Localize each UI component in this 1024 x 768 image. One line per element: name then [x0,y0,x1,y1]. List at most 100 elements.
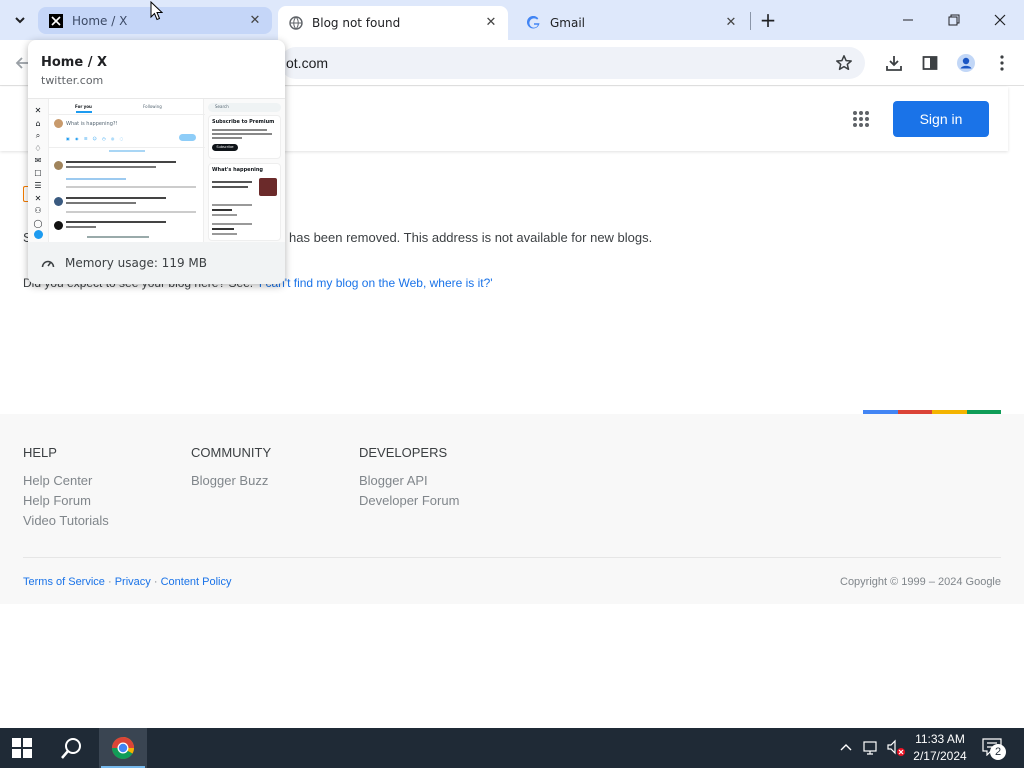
clock-time[interactable]: 11:33 AM [913,732,967,746]
taskbar-search-button[interactable] [60,737,84,761]
google-apps-button[interactable] [849,107,873,131]
bookmark-star-button[interactable] [832,51,856,75]
google-g-icon [526,15,542,31]
more-vertical-icon [1000,55,1004,71]
preview-line [66,178,126,180]
footer-link-developer-forum[interactable]: Developer Forum [359,493,459,508]
preview-line [212,186,248,188]
content-policy-link[interactable]: Content Policy [161,576,232,588]
preview-line [66,202,136,204]
blog-removed-message: has been removed. This address is not av… [289,230,653,245]
profile-button[interactable] [954,51,978,75]
preview-post-button [179,134,196,141]
chrome-logo-icon [112,737,134,759]
footer: HELP Help Center Help Forum Video Tutori… [0,414,1024,604]
notifications-button[interactable]: 2 [982,738,1008,760]
privacy-link[interactable]: Privacy [115,576,151,588]
side-panel-button[interactable] [918,51,942,75]
footer-link-blogger-buzz[interactable]: Blogger Buzz [191,473,268,488]
cant-find-blog-link[interactable]: 'I can't find my blog on the Web, where … [256,276,492,290]
tab-title: Blog not found [312,16,401,30]
hover-card-domain: twitter.com [41,74,104,87]
footer-link-blogger-api[interactable]: Blogger API [359,473,428,488]
tab-gmail[interactable]: Gmail ✕ [516,6,748,40]
footer-link-help-forum[interactable]: Help Forum [23,493,91,508]
network-button[interactable] [862,740,880,756]
footer-link-video-tutorials[interactable]: Video Tutorials [23,513,109,528]
windows-taskbar: 11:33 AM 2/17/2024 2 [0,728,1024,768]
speedometer-icon [41,257,55,269]
preview-line [212,233,237,235]
preview-premium-card: Subscribe to Premium Subscribe [208,115,281,159]
legal-separator: · [107,576,115,588]
preview-line [66,197,166,199]
preview-subscribe-button: Subscribe [212,144,238,151]
preview-line [66,186,196,188]
preview-line [212,133,272,135]
address-bar[interactable]: ot.com [280,47,865,79]
hover-card-title: Home / X [41,55,107,70]
tab-search-button[interactable] [8,8,32,32]
start-button[interactable] [12,738,34,758]
preview-nav-icons: ✕ ⌂ ⌕ ♢ ✉ ☐ ☰ ✕ ⚇ ◯ [32,105,44,244]
preview-search: Search [208,103,281,112]
taskbar-chrome-button[interactable] [99,728,147,768]
preview-line [212,209,232,211]
apps-grid-icon [853,111,869,127]
preview-line [66,226,96,228]
restore-button[interactable] [942,8,966,32]
preview-trend-image [259,178,277,196]
preview-nav-rail: ✕ ⌂ ⌕ ♢ ✉ ☐ ☰ ✕ ⚇ ◯ [32,105,44,241]
clock-date[interactable]: 2/17/2024 [911,749,969,763]
preview-avatar [54,161,63,170]
footer-legal-links: Terms of Service · Privacy · Content Pol… [23,576,232,588]
preview-happening-title: What's happening [212,167,263,173]
side-panel-icon [922,56,938,70]
notification-count-badge: 2 [990,744,1006,760]
close-window-button[interactable] [988,8,1012,32]
globe-icon [288,15,304,31]
footer-copyright: Copyright © 1999 – 2024 Google [840,576,1001,588]
preview-search-text: Search [215,104,229,109]
profile-avatar-icon [957,54,975,72]
footer-heading-developers: DEVELOPERS [359,445,448,460]
new-tab-button[interactable]: + [756,8,780,32]
preview-line [212,228,234,230]
mouse-cursor-icon [150,1,163,21]
preview-line [66,221,166,223]
preview-avatar [54,221,63,230]
sign-in-button[interactable]: Sign in [893,101,989,137]
show-hidden-icons-button[interactable] [839,740,853,754]
preview-line [212,137,242,139]
preview-line [212,214,237,216]
chevron-up-icon [840,744,852,751]
terms-of-service-link[interactable]: Terms of Service [23,576,105,588]
preview-line [66,211,196,213]
chevron-down-icon [15,17,25,24]
search-icon [61,738,81,759]
plus-icon: + [759,8,777,32]
hover-card-preview-thumbnail: ✕ ⌂ ⌕ ♢ ✉ ☐ ☰ ✕ ⚇ ◯ For you Following What is hap… [28,98,285,243]
minimize-button[interactable] [896,8,920,32]
preview-premium-title: Subscribe to Premium [212,119,275,125]
footer-heading-help: HELP [23,445,57,460]
star-icon [836,55,852,71]
windows-logo-icon [12,738,32,758]
tab-title: Home / X [72,13,128,28]
preview-line [66,166,156,168]
preview-divider [49,147,205,148]
tab-blog-not-found[interactable]: Blog not found ✕ [278,6,508,40]
preview-sidebar: Search Subscribe to Premium Subscribe Wh… [208,103,281,241]
preview-happening-card: What's happening [208,163,281,241]
close-tab-icon[interactable]: ✕ [722,13,740,31]
close-tab-icon[interactable]: ✕ [246,11,264,29]
browser-menu-button[interactable] [990,51,1014,75]
preview-tab-indicator [76,111,92,113]
downloads-button[interactable] [882,51,906,75]
preview-line [212,129,267,131]
memory-usage-text: Memory usage: 119 MB [65,256,207,270]
preview-line [212,204,252,206]
footer-link-help-center[interactable]: Help Center [23,473,92,488]
close-tab-icon[interactable]: ✕ [482,13,500,31]
volume-button[interactable] [886,739,906,757]
